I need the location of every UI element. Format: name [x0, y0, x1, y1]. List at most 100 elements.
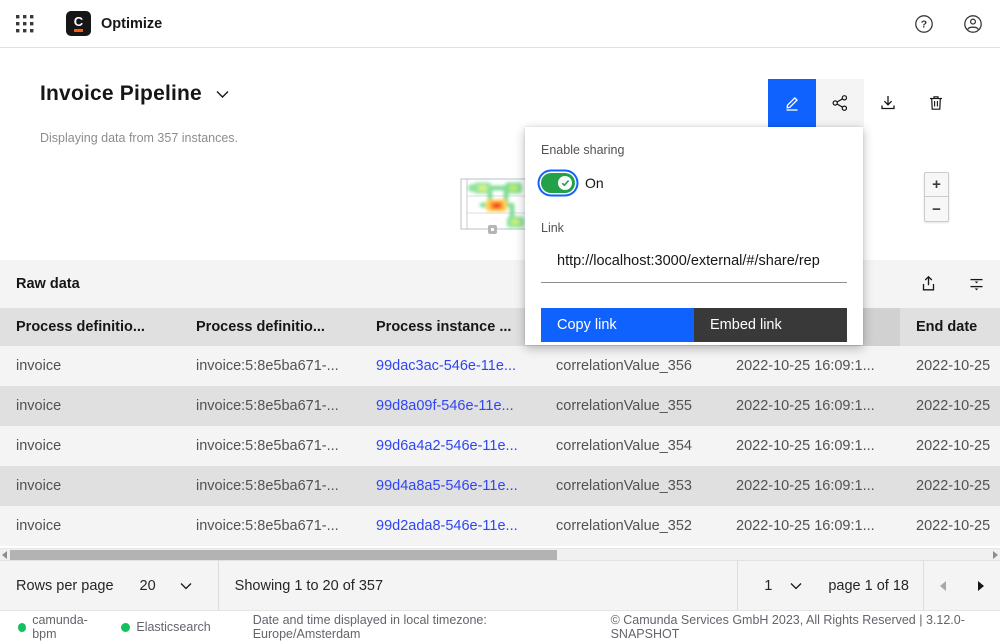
table-cell: 99d4a8a5-546e-11e...	[360, 466, 540, 506]
copy-link-button[interactable]: Copy link	[541, 308, 694, 342]
share-link-input[interactable]	[541, 240, 847, 283]
logo-letter: C	[74, 15, 83, 28]
share-popover: Enable sharing On Link Copy link Embed l…	[525, 127, 863, 345]
sharing-toggle[interactable]	[541, 173, 575, 193]
embed-link-button[interactable]: Embed link	[694, 308, 847, 342]
user-menu-button[interactable]	[962, 13, 984, 35]
table-cell: 99d6a4a2-546e-11e...	[360, 426, 540, 466]
table-cell: 2022-10-25	[900, 386, 1000, 426]
process-instance-id-link[interactable]: 99d8a09f-546e-11e...	[376, 398, 514, 414]
column-header-process-definition-id[interactable]: Process definitio...	[180, 308, 360, 346]
chevron-down-icon	[790, 582, 802, 590]
help-button[interactable]: ?	[913, 13, 935, 35]
delete-button[interactable]	[912, 79, 960, 127]
column-header-label: Process definitio...	[16, 319, 145, 335]
divider	[218, 561, 219, 611]
camunda-logo: C	[66, 11, 91, 36]
prev-page-button[interactable]	[924, 561, 962, 611]
zoom-in-button[interactable]: +	[924, 172, 949, 197]
process-instance-id-link[interactable]: 99d4a8a5-546e-11e...	[376, 478, 518, 494]
showing-text: Showing 1 to 20 of 357	[235, 578, 383, 594]
trash-icon	[927, 94, 945, 112]
user-icon	[962, 13, 984, 35]
scroll-left-arrow-icon[interactable]	[2, 551, 7, 559]
table-cell: 2022-10-25	[900, 426, 1000, 466]
status-dot-green	[121, 623, 130, 632]
table-cell: invoice	[0, 466, 180, 506]
link-label: Link	[541, 221, 847, 235]
table-row: invoiceinvoice:5:8e5ba671-...99d2ada8-54…	[0, 506, 1000, 546]
report-menu-chevron-icon[interactable]	[216, 90, 229, 99]
connection-label: Elasticsearch	[136, 620, 210, 634]
rows-per-page-label: Rows per page	[16, 578, 114, 594]
table-body: invoiceinvoice:5:8e5ba671-...99dac3ac-54…	[0, 346, 1000, 546]
scroll-right-arrow-icon[interactable]	[993, 551, 998, 559]
diagram-zoom-controls: + −	[924, 172, 949, 222]
divider	[737, 561, 738, 611]
horizontal-scrollbar[interactable]	[0, 548, 1000, 560]
timezone-text: Date and time displayed in local timezon…	[253, 613, 571, 641]
title-block: Invoice Pipeline	[40, 82, 229, 106]
share-buttons: Copy link Embed link	[541, 308, 847, 342]
process-instance-id-link[interactable]: 99d6a4a2-546e-11e...	[376, 438, 518, 454]
page-title: Invoice Pipeline	[40, 82, 202, 106]
download-icon	[879, 94, 897, 112]
export-csv-button[interactable]	[904, 260, 952, 308]
export-icon	[919, 275, 938, 293]
table-cell: invoice	[0, 346, 180, 386]
column-settings-icon	[967, 275, 986, 293]
pagination-bar: Rows per page 20 Showing 1 to 20 of 357 …	[0, 560, 1000, 610]
table-row: invoiceinvoice:5:8e5ba671-... 99dac3ac-54…	[0, 346, 1000, 386]
table-cell: 2022-10-25	[900, 346, 1000, 386]
table-cell: correlationValue_353	[540, 466, 720, 506]
app-header: C Optimize ?	[0, 0, 1000, 48]
sharing-toggle-row: On	[541, 172, 847, 194]
table-cell: correlationValue_356	[540, 346, 720, 386]
table-row: invoiceinvoice:5:8e5ba671-... 99d4a8a5-54…	[0, 466, 1000, 506]
prev-page-icon	[940, 581, 946, 591]
table-cell: invoice	[0, 506, 180, 546]
minus-icon: −	[932, 201, 941, 218]
enable-sharing-label: Enable sharing	[541, 143, 847, 157]
download-button[interactable]	[864, 79, 912, 127]
column-header-label: End date	[916, 319, 977, 335]
page-number-select[interactable]: 1	[764, 578, 802, 594]
column-header-label: Process instance ...	[376, 319, 511, 335]
table-cell: invoice:5:8e5ba671-...	[180, 466, 360, 506]
logo-orange-bar	[74, 29, 83, 32]
rows-per-page-select[interactable]: 20	[140, 578, 192, 594]
table-cell: correlationValue_355	[540, 386, 720, 426]
table-actions	[904, 260, 1000, 308]
share-button[interactable]	[816, 79, 864, 127]
app-launcher-button[interactable]	[8, 7, 42, 41]
table-cell: invoice:5:8e5ba671-...	[180, 346, 360, 386]
column-settings-button[interactable]	[952, 260, 1000, 308]
rows-per-page-value: 20	[140, 578, 156, 594]
column-header-label: Process definitio...	[196, 319, 325, 335]
table-cell: 2022-10-25 16:09:1...	[720, 506, 900, 546]
edit-button[interactable]	[768, 79, 816, 127]
report-toolbar	[768, 79, 960, 127]
table-cell: 99d8a09f-546e-11e...	[360, 386, 540, 426]
table-cell: invoice:5:8e5ba671-...	[180, 386, 360, 426]
next-page-button[interactable]	[962, 561, 1000, 611]
share-icon	[831, 94, 849, 112]
column-header-process-instance-id[interactable]: Process instance ...	[360, 308, 540, 346]
zoom-out-button[interactable]: −	[924, 197, 949, 222]
toggle-check-icon	[561, 179, 570, 187]
column-header-process-definition-key[interactable]: Process definitio...	[0, 308, 180, 346]
app-title: Optimize	[101, 16, 162, 32]
instance-count-text: Displaying data from 357 instances.	[40, 131, 238, 145]
process-instance-id-link[interactable]: 99dac3ac-546e-11e...	[376, 358, 516, 374]
scrollbar-thumb[interactable]	[10, 550, 557, 560]
page-number-value: 1	[764, 578, 772, 594]
table-cell: 2022-10-25 16:09:1...	[720, 346, 900, 386]
grid-icon	[16, 15, 34, 33]
column-header-end-date[interactable]: End date	[900, 308, 1000, 346]
chevron-down-icon	[180, 582, 192, 590]
table-cell: 99d2ada8-546e-11e...	[360, 506, 540, 546]
status-bar: camunda-bpm Elasticsearch Date and time …	[0, 610, 1000, 643]
edit-icon	[783, 94, 801, 112]
process-instance-id-link[interactable]: 99d2ada8-546e-11e...	[376, 518, 518, 534]
table-cell: invoice:5:8e5ba671-...	[180, 426, 360, 466]
